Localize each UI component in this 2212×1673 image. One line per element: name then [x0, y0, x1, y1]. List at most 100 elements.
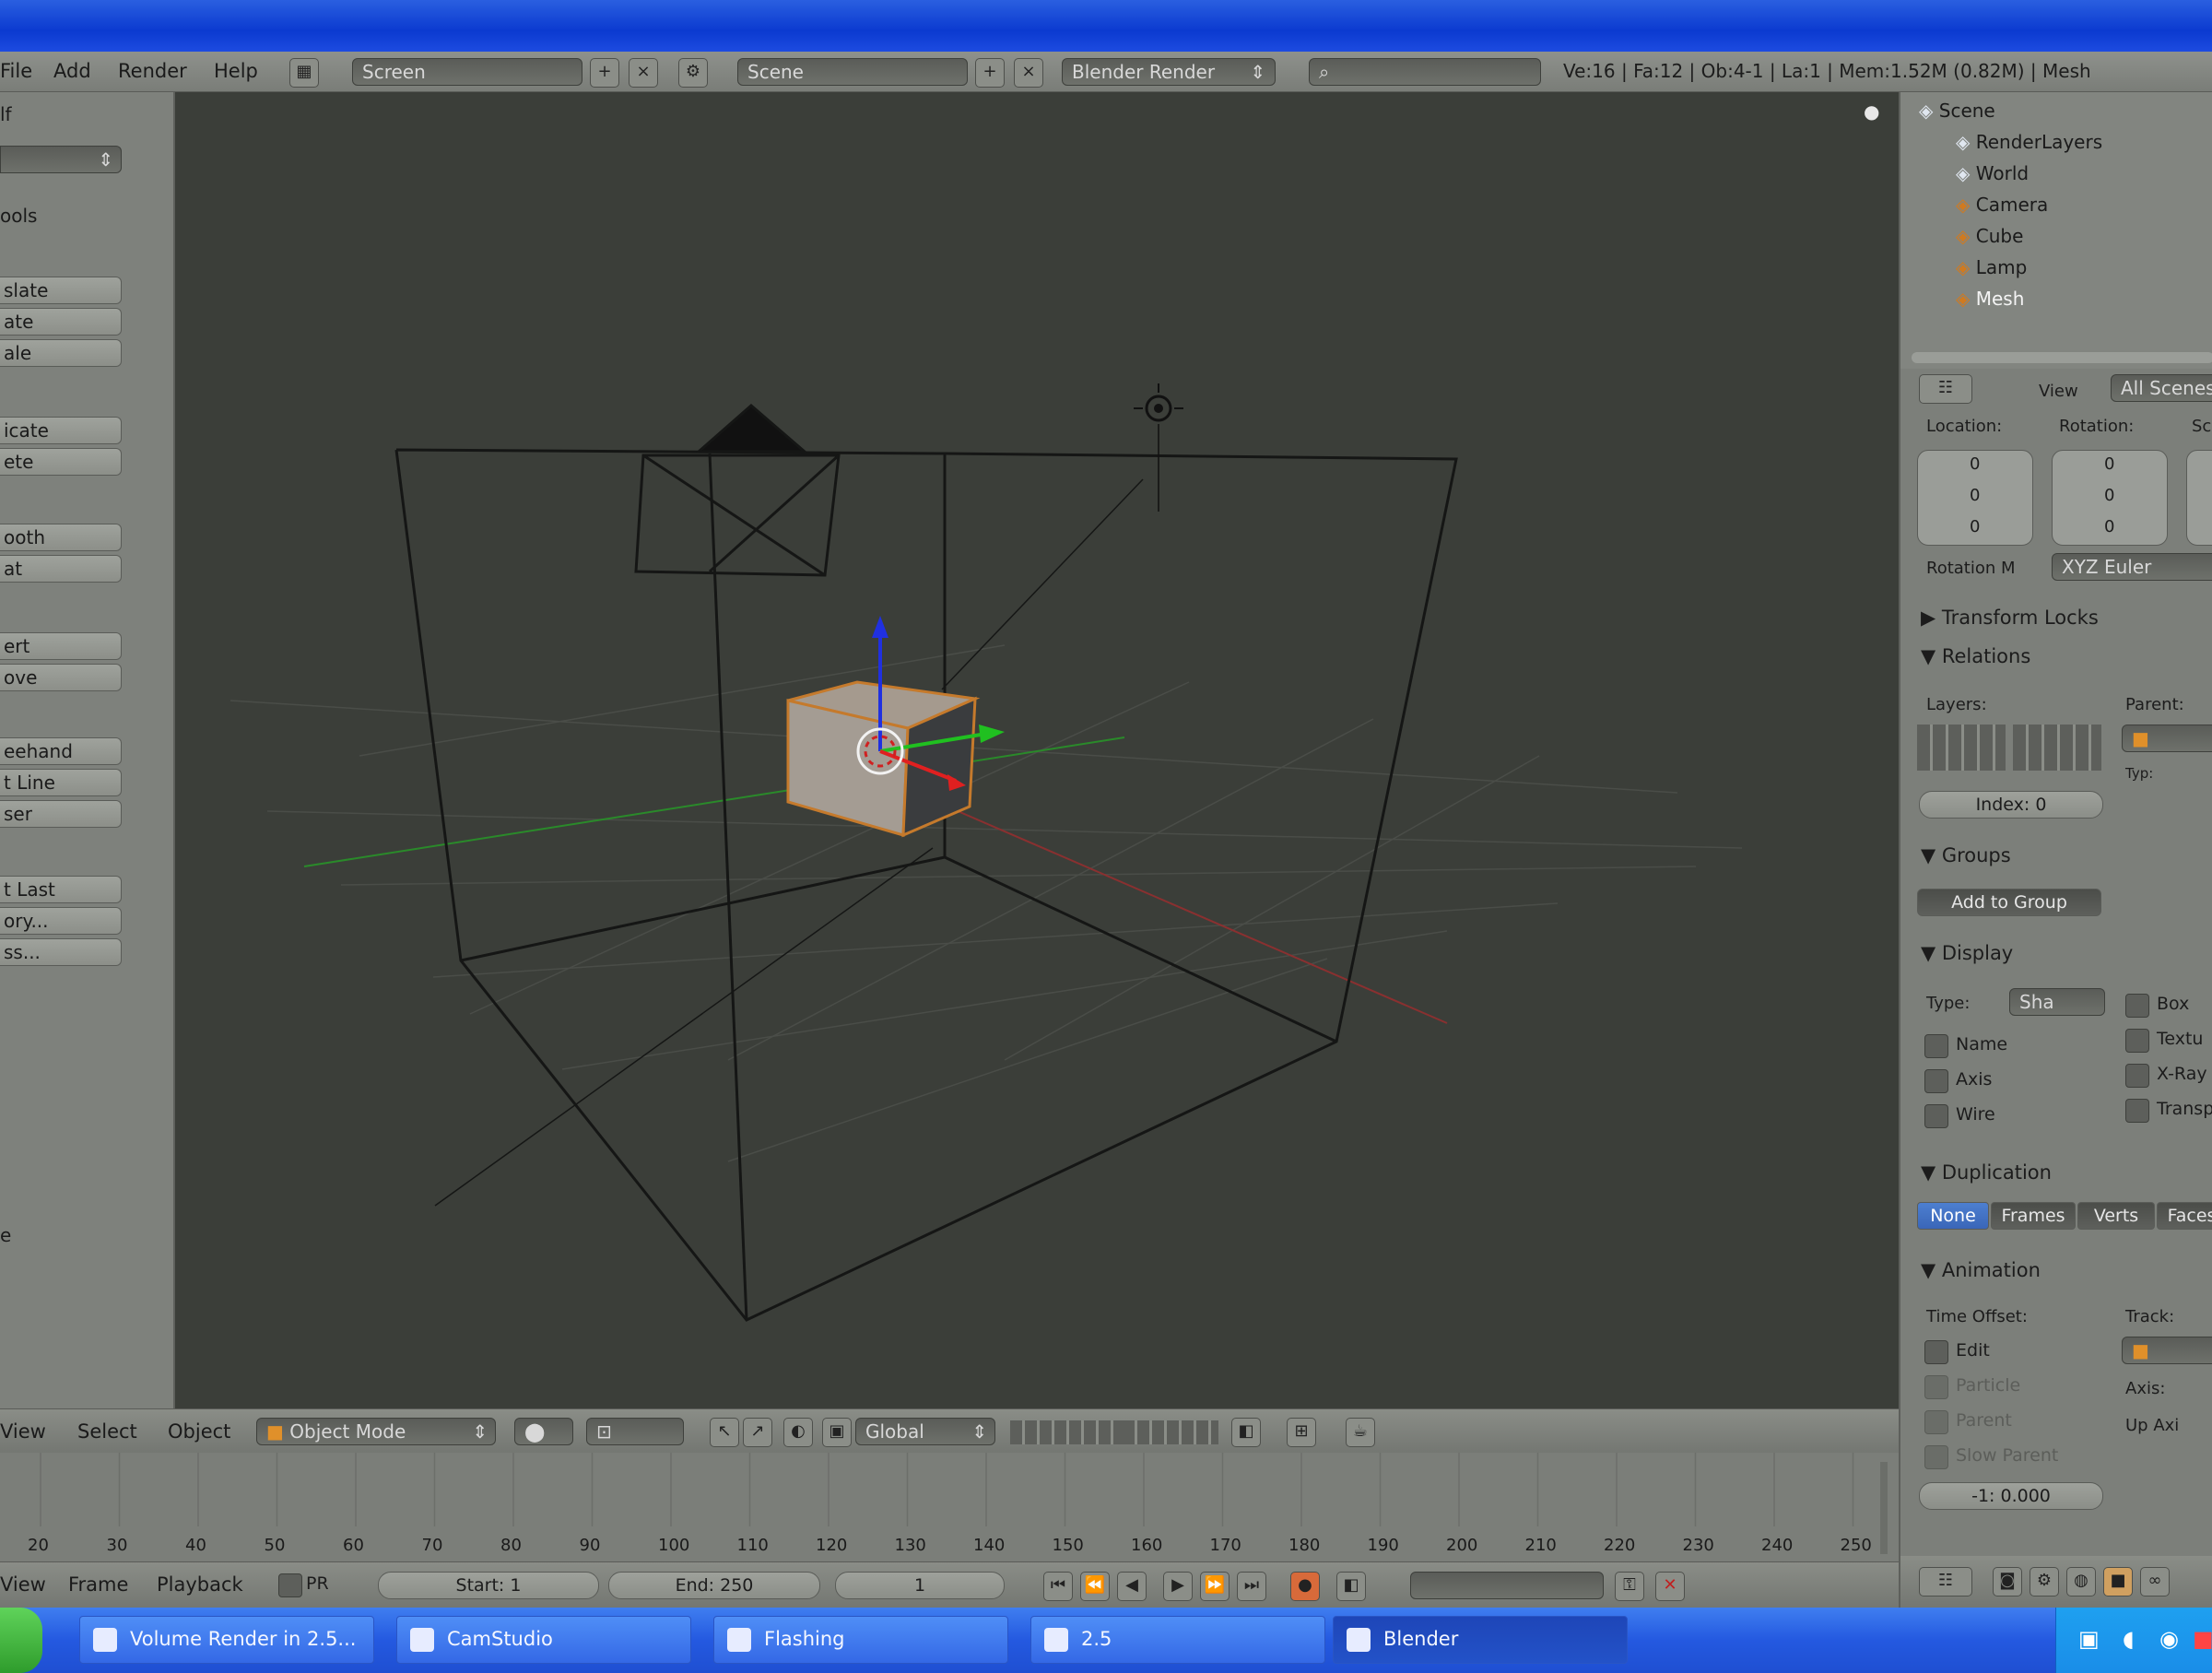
location-x[interactable]: 0 — [1970, 454, 1980, 474]
tool-button[interactable]: ooth — [0, 524, 122, 551]
track-field[interactable]: ■ — [2122, 1337, 2212, 1364]
tool-button[interactable]: ate — [0, 308, 122, 336]
snap-icon[interactable]: ⊞ — [1287, 1418, 1316, 1447]
outliner-item[interactable]: ◈ Camera — [1956, 194, 2048, 216]
render-tab-icon[interactable]: ◙ — [1993, 1567, 2022, 1596]
properties-editor-icon[interactable]: ☷ — [1919, 1567, 1972, 1596]
outliner-scrollbar[interactable] — [1912, 352, 2212, 363]
display-checkbox[interactable] — [1924, 1104, 1948, 1128]
tool-button[interactable]: ert — [0, 632, 122, 660]
end-frame-field[interactable]: End: 250 — [608, 1572, 820, 1599]
taskbar-item[interactable]: 2.5 — [1030, 1616, 1325, 1664]
scene-tab-icon[interactable]: ⚙ — [2030, 1567, 2059, 1596]
screen-field[interactable]: Screen — [352, 58, 582, 86]
tool-button[interactable]: ete — [0, 448, 122, 476]
tool-button[interactable]: ss... — [0, 938, 122, 966]
animation-checkbox[interactable] — [1924, 1375, 1948, 1399]
constraints-tab-icon[interactable]: ∞ — [2140, 1567, 2170, 1596]
location-z[interactable]: 0 — [1970, 517, 1980, 536]
add-to-group-button[interactable]: Add to Group — [1917, 889, 2101, 916]
layers-grid-right[interactable] — [1123, 1420, 1218, 1444]
outliner-item[interactable]: ◈ RenderLayers — [1956, 131, 2102, 153]
pivot-select[interactable]: ⊡ — [586, 1418, 684, 1445]
animation-header[interactable]: ▼ Animation — [1921, 1259, 2041, 1281]
transform-locks-header[interactable]: ▶ Transform Locks — [1921, 607, 2099, 629]
display-checkbox[interactable] — [2125, 1064, 2149, 1088]
timeline-scrollbar[interactable] — [1880, 1462, 1888, 1554]
object-layers-right[interactable] — [2013, 725, 2101, 771]
object-mode-select[interactable]: ■ Object Mode ⇕ — [256, 1418, 496, 1445]
rotation-mode-select[interactable]: XYZ Euler — [2052, 553, 2212, 581]
update-icon[interactable]: ◉ — [2159, 1626, 2179, 1652]
time-offset-field[interactable]: -1: 0.000 — [1919, 1482, 2103, 1510]
object-layers-left[interactable] — [1917, 725, 2006, 771]
play-icon[interactable]: ▶ — [1163, 1572, 1193, 1601]
tool-button[interactable]: ser — [0, 800, 122, 828]
view-label[interactable]: View — [2039, 382, 2078, 401]
scale-icon[interactable]: ▣ — [822, 1418, 852, 1447]
delete-keyframe-icon[interactable]: ✕ — [1655, 1572, 1685, 1601]
outliner-item[interactable]: ◈ World — [1956, 162, 2029, 184]
keying-set-field[interactable] — [1410, 1572, 1604, 1599]
groups-header[interactable]: ▼ Groups — [1921, 844, 2011, 866]
viewport-corner-icon[interactable]: ● — [1864, 100, 1879, 123]
current-frame-field[interactable]: 1 — [835, 1572, 1005, 1599]
tool-button[interactable]: ory... — [0, 907, 122, 935]
lamp-object[interactable] — [1134, 383, 1183, 512]
rotation-x[interactable]: 0 — [2104, 454, 2114, 474]
outliner-item[interactable]: ◈ Cube — [1956, 225, 2023, 247]
tool-button[interactable]: slate — [0, 277, 122, 304]
menu-view[interactable]: View — [0, 1420, 46, 1443]
lock-layers-icon[interactable]: ◧ — [1231, 1418, 1261, 1447]
scene-add-icon[interactable]: + — [975, 58, 1005, 88]
animation-checkbox[interactable] — [1924, 1445, 1948, 1469]
world-tab-icon[interactable]: ◍ — [2066, 1567, 2096, 1596]
screen-add-icon[interactable]: + — [590, 58, 619, 88]
display-header[interactable]: ▼ Display — [1921, 942, 2013, 964]
next-keyframe-icon[interactable]: ⏩ — [1200, 1572, 1230, 1601]
duplication-tab[interactable]: None — [1917, 1202, 1989, 1230]
tool-shelf-dropdown[interactable]: ⇕ — [0, 146, 122, 173]
display-checkbox[interactable] — [1924, 1069, 1948, 1093]
menu-object[interactable]: Object — [168, 1420, 230, 1443]
network-icon[interactable]: ▣ — [2078, 1626, 2100, 1652]
timeline-menu-frame[interactable]: Frame — [68, 1573, 128, 1596]
display-checkbox[interactable] — [2125, 1029, 2149, 1053]
location-y[interactable]: 0 — [1970, 486, 1980, 505]
tool-button[interactable]: ale — [0, 339, 122, 367]
rotate-icon[interactable]: ◐ — [783, 1418, 813, 1447]
animation-checkbox[interactable] — [1924, 1410, 1948, 1434]
rotation-y[interactable]: 0 — [2104, 486, 2114, 505]
play-reverse-icon[interactable]: ◀ — [1117, 1572, 1147, 1601]
timeline-menu-view[interactable]: View — [0, 1573, 46, 1596]
layout-editor-icon[interactable]: ▦ — [289, 58, 319, 88]
display-type-select[interactable]: Sha — [2009, 988, 2105, 1016]
jump-end-icon[interactable]: ⏭ — [1237, 1572, 1266, 1601]
scale-fields[interactable] — [2186, 450, 2212, 546]
render-engine-select[interactable]: Blender Render ⇕ — [1062, 58, 1276, 86]
duplication-header[interactable]: ▼ Duplication — [1921, 1161, 2052, 1184]
outliner-item[interactable]: ◈ Mesh — [1956, 288, 2024, 310]
taskbar-item[interactable]: Blender — [1333, 1616, 1628, 1664]
rotation-z[interactable]: 0 — [2104, 517, 2114, 536]
tool-button[interactable]: t Last — [0, 876, 122, 903]
scene-field[interactable]: Scene — [737, 58, 968, 86]
3d-viewport[interactable]: ● — [175, 92, 1899, 1408]
menu-file[interactable]: File — [0, 60, 32, 82]
taskbar-item[interactable]: Volume Render in 2.5... — [79, 1616, 374, 1664]
render-preview-icon[interactable]: ☕ — [1346, 1418, 1375, 1447]
taskbar-item[interactable]: Flashing — [713, 1616, 1008, 1664]
parent-field[interactable]: ■ — [2122, 725, 2212, 752]
menu-add[interactable]: Add — [53, 60, 91, 82]
duplication-tab[interactable]: Frames — [1991, 1202, 2076, 1230]
scene-icon[interactable]: ⚙ — [678, 58, 708, 88]
all-scenes-select[interactable]: All Scenes — [2111, 374, 2212, 402]
translate-icon[interactable]: ↗ — [743, 1418, 772, 1447]
display-checkbox[interactable] — [2125, 994, 2149, 1018]
jump-start-icon[interactable]: ⏮ — [1043, 1572, 1073, 1601]
display-checkbox[interactable] — [2125, 1099, 2149, 1123]
insert-keyframe-icon[interactable]: ⚿ — [1615, 1572, 1644, 1601]
shading-select[interactable]: ⬤ — [514, 1418, 573, 1445]
prev-keyframe-icon[interactable]: ⏪ — [1080, 1572, 1110, 1601]
menu-help[interactable]: Help — [214, 60, 258, 82]
